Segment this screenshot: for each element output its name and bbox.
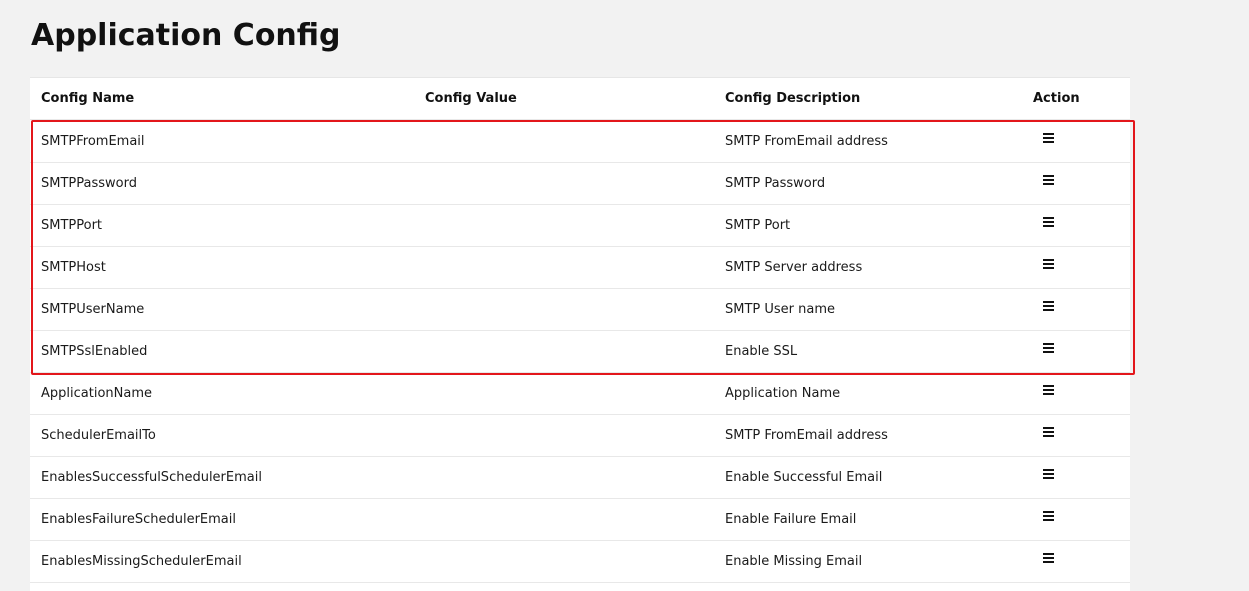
- table-row: SMTPUserName SMTP User name: [30, 289, 1130, 331]
- config-name-cell: EnablesFailureSchedulerEmail: [41, 512, 236, 527]
- table-row: EnablesMissingSchedulerEmail Enable Missi…: [30, 541, 1130, 583]
- config-description-cell: Enable Successful Email: [725, 470, 883, 485]
- config-name-cell: SMTPPassword: [41, 176, 137, 191]
- table-row: ApplicationName Application Name: [30, 373, 1130, 415]
- menu-icon-bar: [1043, 141, 1054, 143]
- menu-icon-bar: [1043, 561, 1054, 563]
- menu-icon-bar: [1043, 519, 1054, 521]
- menu-icon-bar: [1043, 389, 1054, 391]
- menu-icon-bar: [1043, 179, 1054, 181]
- config-table: Config Name Config Value Config Descript…: [30, 77, 1130, 591]
- menu-icon-bar: [1043, 175, 1054, 177]
- config-description-cell: SMTP Server address: [725, 260, 863, 275]
- menu-icon-bar: [1043, 267, 1054, 269]
- menu-icon-bar: [1043, 309, 1054, 311]
- config-description-cell: Enable Missing Email: [725, 554, 863, 569]
- menu-icon[interactable]: [1042, 257, 1056, 271]
- table-row: SMTPFromEmail SMTP FromEmail address: [30, 121, 1130, 163]
- config-name-cell: SMTPFromEmail: [41, 134, 145, 149]
- column-header-action: Action: [1033, 91, 1080, 106]
- menu-icon-bar: [1043, 263, 1054, 265]
- menu-icon[interactable]: [1042, 299, 1056, 313]
- menu-icon-bar: [1043, 133, 1054, 135]
- config-name-cell: ApplicationName: [41, 386, 152, 401]
- menu-icon-bar: [1043, 477, 1054, 479]
- menu-icon[interactable]: [1042, 341, 1056, 355]
- menu-icon-bar: [1043, 427, 1054, 429]
- config-name-cell: SMTPSslEnabled: [41, 344, 148, 359]
- column-header-config-name: Config Name: [41, 91, 135, 106]
- config-description-cell: SMTP User name: [725, 302, 836, 317]
- config-description-cell: Enable SSL: [725, 344, 798, 359]
- config-description-cell: Application Name: [725, 386, 841, 401]
- page: Application Config Config Name Config Va…: [0, 0, 1249, 591]
- table-row: SMTPSslEnabled Enable SSL: [30, 331, 1130, 373]
- menu-icon[interactable]: [1042, 509, 1056, 523]
- menu-icon[interactable]: [1042, 467, 1056, 481]
- column-header-config-description: Config Description: [725, 91, 861, 106]
- menu-icon-bar: [1043, 435, 1054, 437]
- table-row: SMTPPassword SMTP Password: [30, 163, 1130, 205]
- config-description-cell: SMTP FromEmail address: [725, 134, 888, 149]
- table-row: SMTPPort SMTP Port: [30, 205, 1130, 247]
- config-name-cell: SMTPHost: [41, 260, 106, 275]
- menu-icon[interactable]: [1042, 425, 1056, 439]
- config-name-cell: SMTPPort: [41, 218, 103, 233]
- table-row: SMTPHost SMTP Server address: [30, 247, 1130, 289]
- menu-icon-bar: [1043, 217, 1054, 219]
- config-name-cell: EnablesMissingSchedulerEmail: [41, 554, 242, 569]
- config-name-cell: EnablesSuccessfulSchedulerEmail: [41, 470, 262, 485]
- menu-icon-bar: [1043, 511, 1054, 513]
- menu-icon-bar: [1043, 473, 1054, 475]
- config-description-cell: Enable Failure Email: [725, 512, 857, 527]
- config-description-cell: SMTP Password: [725, 176, 826, 191]
- menu-icon-bar: [1043, 301, 1054, 303]
- menu-icon-bar: [1043, 259, 1054, 261]
- menu-icon[interactable]: [1042, 131, 1056, 145]
- table-row: SchedulerEmailTo SMTP FromEmail address: [30, 415, 1130, 457]
- menu-icon-bar: [1043, 351, 1054, 353]
- menu-icon-bar: [1043, 343, 1054, 345]
- config-name-cell: SchedulerEmailTo: [41, 428, 156, 443]
- menu-icon-bar: [1043, 393, 1054, 395]
- config-description-cell: SMTP FromEmail address: [725, 428, 888, 443]
- config-description-cell: SMTP Port: [725, 218, 791, 233]
- menu-icon-bar: [1043, 515, 1054, 517]
- menu-icon-bar: [1043, 347, 1054, 349]
- menu-icon-bar: [1043, 305, 1054, 307]
- menu-icon-bar: [1043, 385, 1054, 387]
- menu-icon-bar: [1043, 553, 1054, 555]
- config-name-cell: SMTPUserName: [41, 302, 145, 317]
- table-row: EnablesSuccessfulSchedulerEmail Enable Su…: [30, 457, 1130, 499]
- menu-icon-bar: [1043, 431, 1054, 433]
- menu-icon-bar: [1043, 225, 1054, 227]
- menu-icon[interactable]: [1042, 383, 1056, 397]
- menu-icon[interactable]: [1042, 551, 1056, 565]
- table-header-row: Config Name Config Value Config Descript…: [30, 78, 1130, 120]
- menu-icon[interactable]: [1042, 173, 1056, 187]
- menu-icon-bar: [1043, 469, 1054, 471]
- menu-icon-bar: [1043, 221, 1054, 223]
- menu-icon[interactable]: [1042, 215, 1056, 229]
- column-header-config-value: Config Value: [425, 91, 517, 106]
- menu-icon-bar: [1043, 183, 1054, 185]
- menu-icon-bar: [1043, 137, 1054, 139]
- menu-icon-bar: [1043, 557, 1054, 559]
- table-row: EnablesFailureSchedulerEmail Enable Failu…: [30, 499, 1130, 541]
- page-title: Application Config: [31, 18, 341, 53]
